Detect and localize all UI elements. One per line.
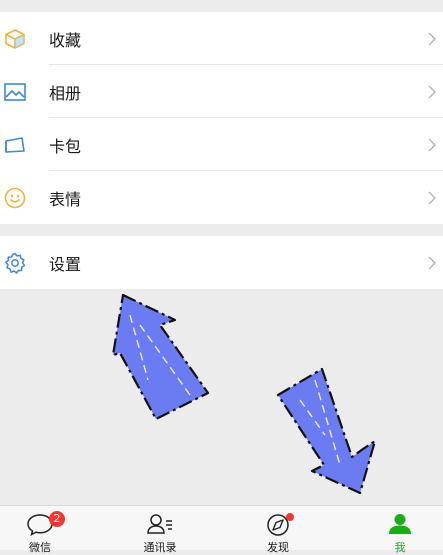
menu-item-label: 收藏 <box>49 30 82 50</box>
menu-item-cards[interactable]: 卡包 <box>0 118 443 171</box>
chevron-right-icon <box>428 138 436 151</box>
menu-item-label: 相册 <box>49 83 82 103</box>
menu-group-main: 收藏 相册 卡包 表情 <box>0 12 443 224</box>
menu-item-stickers[interactable]: 表情 <box>0 171 443 224</box>
tab-label: 微信 <box>29 541 51 554</box>
chevron-right-icon <box>428 85 436 98</box>
person-icon <box>389 514 411 534</box>
unread-badge: 2 <box>49 511 65 527</box>
tab-label: 通讯录 <box>143 541 177 554</box>
menu-item-label: 表情 <box>49 189 82 209</box>
tab-label: 发现 <box>267 541 289 554</box>
chevron-right-icon <box>428 191 436 204</box>
menu-item-label: 设置 <box>49 254 82 274</box>
smiley-icon <box>4 187 26 208</box>
cube-icon <box>5 28 25 49</box>
chevron-right-icon <box>428 256 436 269</box>
tab-contacts[interactable]: 通讯录 <box>120 506 200 554</box>
arrow-down-right-icon <box>276 367 377 495</box>
tab-label: 我 <box>394 541 406 554</box>
chevron-right-icon <box>428 32 436 45</box>
menu-item-settings[interactable]: 设置 <box>0 236 443 289</box>
notification-dot <box>286 513 294 521</box>
bottom-tab-bar: 2 微信 通讯录 发现 我 <box>0 505 443 554</box>
gear-icon <box>5 252 26 274</box>
photo-album-icon <box>4 82 26 101</box>
arrow-up-left-icon <box>111 293 210 421</box>
menu-item-label: 卡包 <box>49 136 82 156</box>
tab-discover[interactable]: 发现 <box>238 506 318 554</box>
contacts-icon <box>147 514 172 534</box>
menu-group-settings: 设置 <box>0 236 443 289</box>
card-wallet-icon <box>5 136 25 153</box>
menu-item-favorites[interactable]: 收藏 <box>0 12 443 65</box>
annotation-arrows <box>111 293 377 495</box>
tab-me[interactable]: 我 <box>360 506 440 554</box>
tab-chats[interactable]: 2 微信 <box>0 506 80 554</box>
menu-item-album[interactable]: 相册 <box>0 65 443 118</box>
